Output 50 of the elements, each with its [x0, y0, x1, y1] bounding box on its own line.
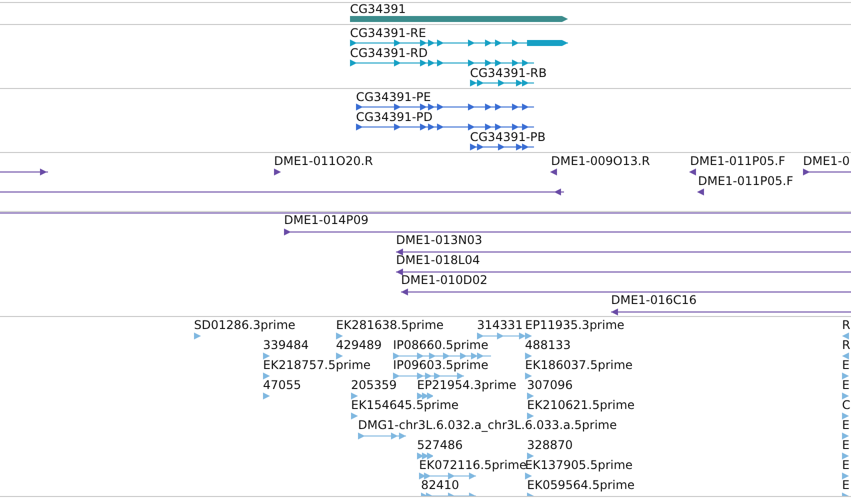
feature-label: IP08660.5prime [393, 339, 488, 352]
feature-label: CG34391-PE [356, 91, 431, 104]
feature-label: EK072116.5prime [419, 459, 527, 472]
feature-label: 82410 [421, 479, 460, 492]
feature-label: R [842, 339, 850, 352]
feature-label: EK059564.5prime [527, 479, 635, 492]
feature-label: R [842, 319, 850, 332]
feature-label: 527486 [417, 439, 463, 452]
feature-label: IP09603.5prime [393, 359, 488, 372]
feature-label: EP11935.3prime [525, 319, 624, 332]
feature-label: DME1-011P05.F [698, 175, 794, 188]
feature-label: CG34391-PB [470, 131, 546, 144]
feature-label: E [842, 479, 850, 492]
feature-label: E [842, 379, 850, 392]
feature-label: 307096 [527, 379, 573, 392]
feature-label: EK218757.5prime [263, 359, 371, 372]
feature-label: DME1-0 [803, 155, 850, 168]
feature-label: C [842, 399, 850, 412]
feature-label: 328870 [527, 439, 573, 452]
feature-label: CG34391-RE [350, 27, 426, 40]
feature-label: CG34391-RD [350, 47, 428, 60]
feature-label: E [842, 459, 850, 472]
feature-label: DME1-011O20.R [274, 155, 373, 168]
feature-label: CG34391-RB [470, 67, 547, 80]
feature-label: DME1-010D02 [401, 274, 488, 287]
feature-label: DME1-018L04 [396, 254, 480, 267]
feature-label: 47055 [263, 379, 302, 392]
feature-label: SD01286.3prime [194, 319, 296, 332]
feature-label: DMG1-chr3L.6.032.a_chr3L.6.033.a.5prime [358, 419, 617, 432]
feature-label: EP21954.3prime [417, 379, 516, 392]
feature-label: DME1-009O13.R [551, 155, 650, 168]
feature-label: DME1-014P09 [284, 214, 369, 227]
feature-label: EK137905.5prime [525, 459, 633, 472]
feature-label: 429489 [336, 339, 382, 352]
feature-label: EK281638.5prime [336, 319, 444, 332]
feature-label: 205359 [351, 379, 397, 392]
feature-label: DME1-013N03 [396, 234, 482, 247]
feature-label: CG34391-PD [356, 111, 433, 124]
feature-label: E [842, 439, 850, 452]
feature-label: 488133 [525, 339, 571, 352]
feature-label: CG34391 [350, 3, 406, 16]
feature-label: DME1-011P05.F [690, 155, 786, 168]
feature-label: E [842, 359, 850, 372]
feature-label: EK186037.5prime [525, 359, 633, 372]
feature-label: E [842, 419, 850, 432]
feature-label: DME1-016C16 [611, 294, 697, 307]
feature-label: 339484 [263, 339, 309, 352]
feature-label: EK210621.5prime [527, 399, 635, 412]
feature-label: EK154645.5prime [351, 399, 459, 412]
feature-label: 314331 [477, 319, 523, 332]
